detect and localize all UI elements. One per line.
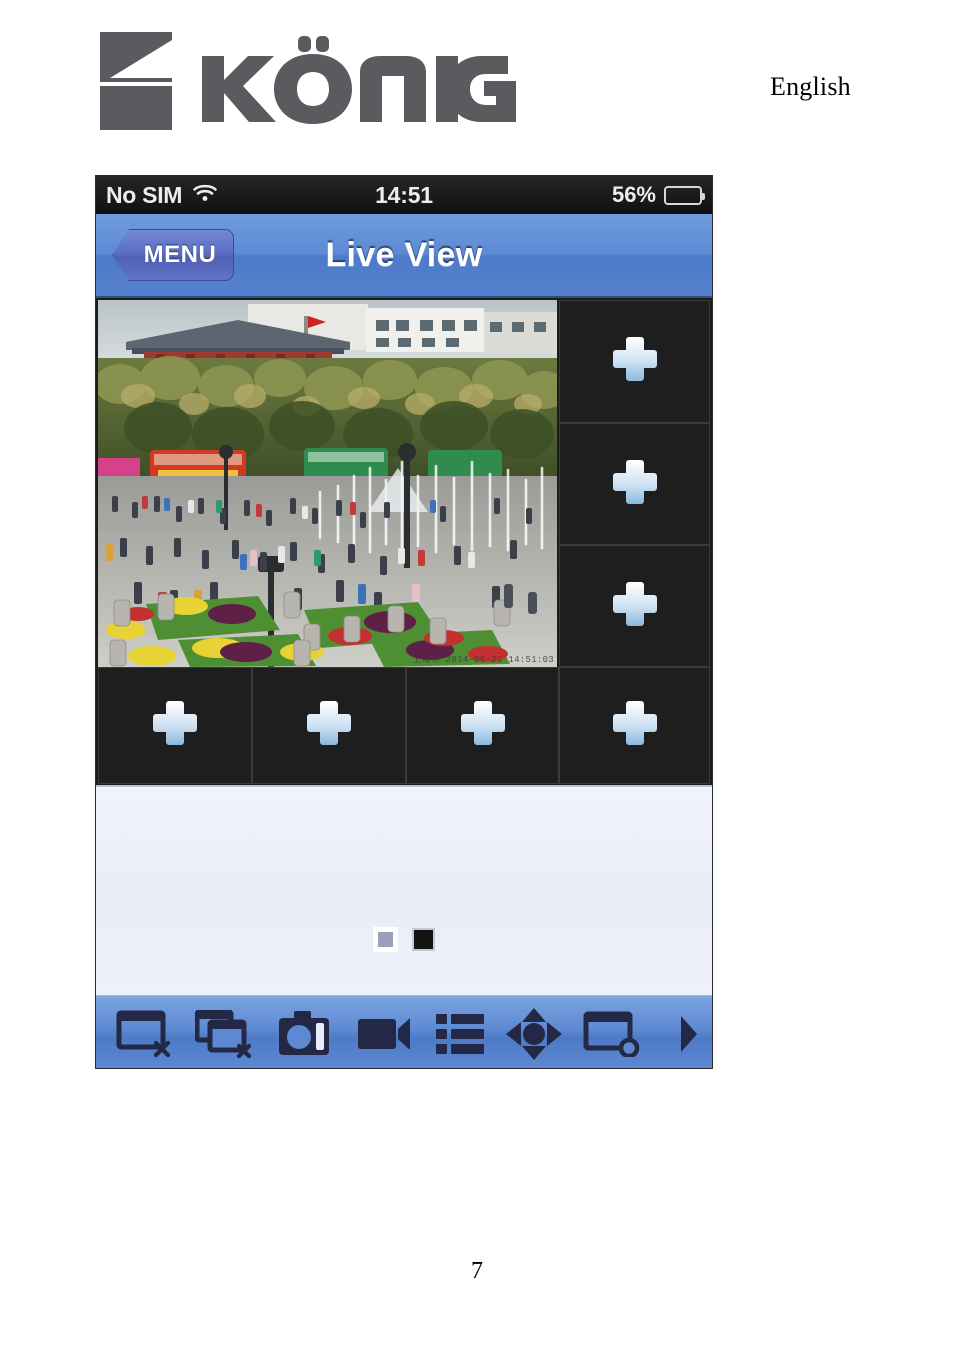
close-all-windows-button[interactable] [184, 1003, 264, 1065]
feed-timestamp-overlay: 上海市 2014-06-21 14:51:03 [412, 655, 554, 665]
empty-camera-cell[interactable] [98, 667, 252, 784]
camera-grid: 上海市 2014-06-21 14:51:03 [96, 298, 712, 785]
page-number: 7 [471, 1258, 483, 1284]
camera-icon [278, 1010, 330, 1058]
empty-camera-cell[interactable] [559, 545, 710, 667]
screens-close-all-icon [195, 1010, 253, 1058]
snapshot-button[interactable] [264, 1003, 344, 1065]
phone-screenshot: No SIM 14:51 56% MENU Live View 上海市 2014… [96, 176, 712, 1068]
konig-logo [98, 28, 518, 133]
page-scroll-area[interactable] [96, 785, 712, 995]
record-button[interactable] [344, 1003, 424, 1065]
language-label: English [770, 72, 851, 101]
video-camera-icon [357, 1012, 411, 1056]
page-title: Live View [325, 235, 483, 274]
empty-camera-cell[interactable] [559, 300, 710, 423]
empty-camera-cell[interactable] [559, 667, 710, 784]
ptz-direction-icon [506, 1008, 562, 1060]
bottom-toolbar [96, 995, 712, 1068]
chevron-right-icon [679, 1014, 699, 1054]
plus-icon [609, 697, 661, 754]
plus-icon [609, 456, 661, 513]
battery-icon [664, 185, 705, 205]
plus-icon [609, 333, 661, 390]
empty-camera-cell[interactable] [252, 667, 406, 784]
status-bar: No SIM 14:51 56% [96, 176, 712, 214]
empty-camera-cell[interactable] [406, 667, 559, 784]
plus-icon [609, 578, 661, 635]
page-indicator-dot-active[interactable] [412, 928, 435, 951]
document-header: English [0, 0, 954, 160]
plus-icon [457, 697, 509, 754]
live-camera-feed[interactable]: 上海市 2014-06-21 14:51:03 [98, 300, 557, 667]
battery-percent-label: 56% [611, 182, 656, 207]
screen-record-icon [583, 1011, 641, 1057]
plus-icon [303, 697, 355, 754]
screen-close-icon [116, 1010, 172, 1058]
playback-button[interactable] [572, 1003, 652, 1065]
close-window-button[interactable] [104, 1003, 184, 1065]
more-tools-button[interactable] [674, 1003, 704, 1065]
empty-camera-cell[interactable] [559, 423, 710, 545]
list-icon [436, 1012, 484, 1056]
plus-icon [149, 697, 201, 754]
page-indicator-dot[interactable] [373, 927, 398, 952]
status-bar-right: 56% [611, 182, 705, 208]
navigation-bar: MENU Live View [96, 214, 712, 298]
ptz-control-button[interactable] [496, 1003, 572, 1065]
device-list-button[interactable] [424, 1003, 496, 1065]
page-indicators [96, 927, 712, 952]
